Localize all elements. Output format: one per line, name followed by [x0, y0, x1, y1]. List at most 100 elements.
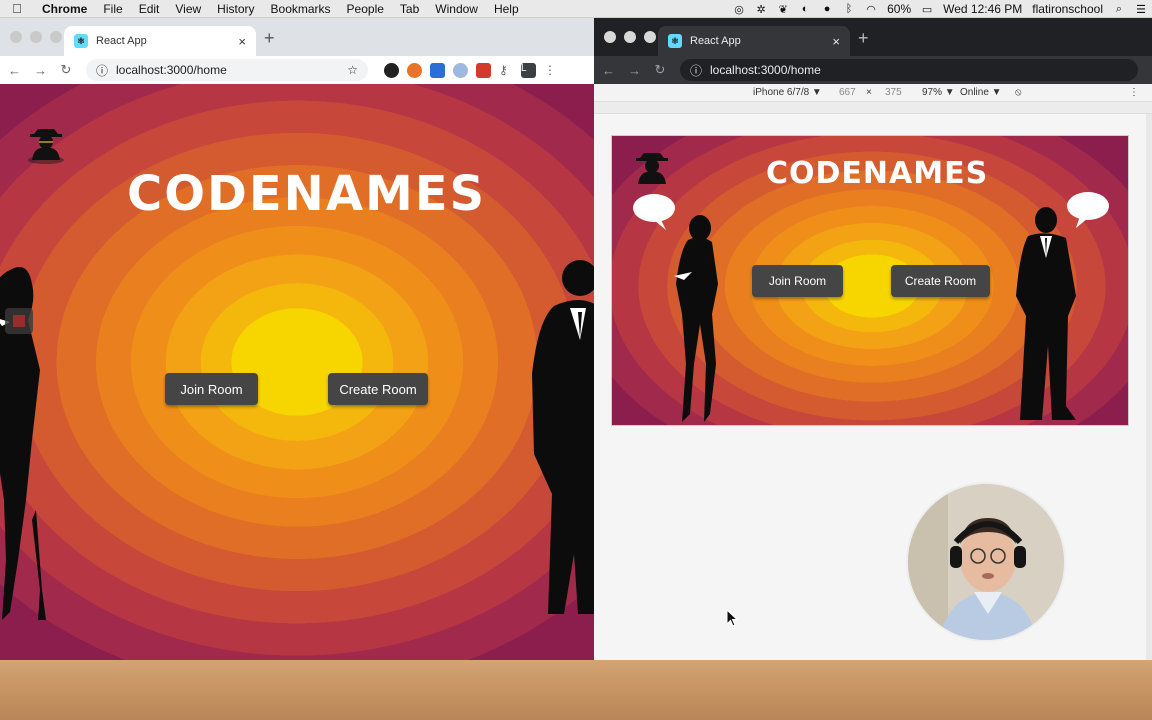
battery-percent[interactable]: 60% — [882, 2, 916, 16]
address-bar[interactable]: ⓘ localhost:3000/home ☆ — [86, 59, 368, 81]
recording-stop-button[interactable] — [5, 308, 33, 334]
drop-icon[interactable]: ◐ — [798, 3, 812, 15]
user-name[interactable]: flatironschool — [1027, 2, 1108, 16]
presenter-avatar — [908, 484, 1064, 640]
back-arrow-icon[interactable]: ← — [8, 63, 21, 78]
mouse-cursor-icon — [726, 609, 738, 627]
clock[interactable]: Wed 12:46 PM — [938, 2, 1027, 16]
tab-strip-dark: ⚛ React App × + — [594, 18, 1152, 56]
rotate-icon[interactable]: ⦸ — [1015, 87, 1022, 98]
close-window-button[interactable] — [10, 31, 22, 43]
new-tab-button[interactable]: + — [264, 28, 275, 49]
network-throttle-select[interactable]: Online ▼ — [960, 87, 1002, 98]
bluetooth-icon[interactable]: ᛒ — [842, 3, 856, 15]
menu-people[interactable]: People — [339, 2, 392, 16]
browser-toolbar-dark: ← → ↻ ⓘ localhost:3000/home — [594, 56, 1152, 84]
device-toolbar: iPhone 6/7/8 ▼ 667 × 375 97% ▼ Online ▼ … — [594, 84, 1152, 102]
dimension-x-icon: × — [866, 87, 872, 98]
menu-file[interactable]: File — [95, 2, 130, 16]
device-select[interactable]: iPhone 6/7/8 ▼ — [753, 87, 822, 98]
gear-icon[interactable]: ✲ — [754, 3, 768, 16]
device-width-input[interactable]: 667 — [839, 87, 856, 98]
tab-react-app-dark[interactable]: ⚛ React App × — [658, 26, 850, 56]
close-window-button[interactable] — [604, 31, 616, 43]
forward-arrow-icon[interactable]: → — [34, 63, 47, 78]
extension-red-icon[interactable] — [476, 62, 491, 78]
close-tab-icon[interactable]: × — [832, 34, 840, 49]
tab-react-app[interactable]: ⚛ React App × — [64, 26, 256, 56]
menu-kebab-icon[interactable]: ⋮ — [544, 63, 556, 78]
react-favicon-icon: ⚛ — [668, 34, 682, 48]
zoom-window-button[interactable] — [644, 31, 656, 43]
url-text: localhost:3000/home — [116, 63, 227, 77]
menu-edit[interactable]: Edit — [131, 2, 168, 16]
creative-cloud-icon[interactable]: ◎ — [732, 3, 746, 16]
minimize-window-button[interactable] — [624, 31, 636, 43]
apple-menu-icon[interactable]:  — [0, 1, 34, 16]
info-icon[interactable]: ⓘ — [690, 62, 702, 79]
more-options-icon[interactable]: ⋮ — [1129, 87, 1139, 98]
menu-window[interactable]: Window — [427, 2, 486, 16]
desktop-background — [0, 660, 1152, 720]
reload-icon[interactable]: ↻ — [60, 62, 72, 78]
create-room-button[interactable]: Create Room — [328, 373, 428, 405]
react-favicon-icon: ⚛ — [74, 34, 88, 48]
extension-v-icon[interactable] — [430, 62, 445, 78]
tab-title: React App — [96, 35, 147, 47]
key-icon[interactable]: ⚷ — [499, 63, 513, 78]
menu-bar:  Chrome File Edit View History Bookmark… — [0, 0, 1152, 18]
bookmark-star-icon[interactable]: ☆ — [347, 63, 358, 77]
status-area: ◎ ✲ ❦ ◐ ● ᛒ ◠ 60% ▭ Wed 12:46 PM flatiro… — [728, 0, 1152, 18]
minimize-window-button[interactable] — [30, 31, 42, 43]
tab-title: React App — [690, 35, 741, 47]
menu-bookmarks[interactable]: Bookmarks — [263, 2, 339, 16]
forward-arrow-icon[interactable]: → — [628, 63, 641, 78]
right-browser-window: ⚛ React App × + ← → ↻ ⓘ localhost:3000/h… — [594, 18, 1152, 660]
media-query-ruler — [594, 102, 1152, 114]
zoom-select[interactable]: 97% ▼ — [922, 87, 955, 98]
join-room-button[interactable]: Join Room — [752, 265, 843, 297]
reload-icon[interactable]: ↻ — [654, 62, 666, 78]
spy-logo-icon — [636, 153, 668, 184]
extensions: ⚷ L ⋮ — [384, 62, 556, 78]
wifi-icon[interactable]: ◠ — [864, 3, 878, 16]
woman-silhouette — [674, 215, 718, 422]
extension-duck-icon[interactable] — [407, 62, 422, 78]
extension-feather-icon[interactable] — [453, 62, 468, 78]
tab-strip: ⚛ React App × + — [0, 18, 594, 56]
join-room-button[interactable]: Join Room — [165, 373, 258, 405]
close-tab-icon[interactable]: × — [238, 34, 246, 49]
url-text: localhost:3000/home — [710, 63, 821, 77]
battery-icon[interactable]: ▭ — [920, 3, 934, 16]
menu-help[interactable]: Help — [486, 2, 527, 16]
info-icon[interactable]: ⓘ — [96, 62, 108, 79]
back-arrow-icon[interactable]: ← — [602, 63, 615, 78]
left-browser-window: ⚛ React App × + ← → ↻ ⓘ localhost:3000/h… — [0, 18, 594, 660]
zoom-window-button[interactable] — [50, 31, 62, 43]
address-bar[interactable]: ⓘ localhost:3000/home — [680, 59, 1138, 81]
device-emulation-area: CODENAMES Join Room Create Room — [594, 114, 1152, 660]
webcam-overlay — [906, 482, 1066, 642]
page-viewport: CODENAMES Join Room Create Room — [0, 84, 594, 660]
extension-w-icon[interactable] — [384, 62, 399, 78]
app-title: CODENAMES — [127, 166, 487, 222]
menu-view[interactable]: View — [167, 2, 209, 16]
spy-logo-icon — [28, 129, 64, 164]
browser-toolbar: ← → ↻ ⓘ localhost:3000/home ☆ ⚷ L ⋮ — [0, 56, 594, 84]
side-ruler — [1146, 114, 1152, 660]
evernote-icon[interactable]: ❦ — [776, 3, 790, 16]
menu-history[interactable]: History — [209, 2, 262, 16]
spotlight-search-icon[interactable]: ⌕ — [1112, 3, 1126, 15]
menu-app-name[interactable]: Chrome — [34, 2, 95, 16]
create-room-button[interactable]: Create Room — [891, 265, 990, 297]
window-controls — [10, 31, 62, 43]
notification-center-icon[interactable]: ☰ — [1134, 3, 1148, 16]
man-silhouette-right — [532, 260, 594, 614]
device-viewport: CODENAMES Join Room Create Room — [611, 135, 1129, 426]
new-tab-button[interactable]: + — [858, 28, 869, 49]
man-silhouette — [1016, 207, 1076, 420]
menu-tab[interactable]: Tab — [392, 2, 427, 16]
profile-avatar[interactable]: L — [521, 62, 536, 78]
grammarly-icon[interactable]: ● — [820, 3, 834, 15]
device-height-input[interactable]: 375 — [885, 87, 902, 98]
